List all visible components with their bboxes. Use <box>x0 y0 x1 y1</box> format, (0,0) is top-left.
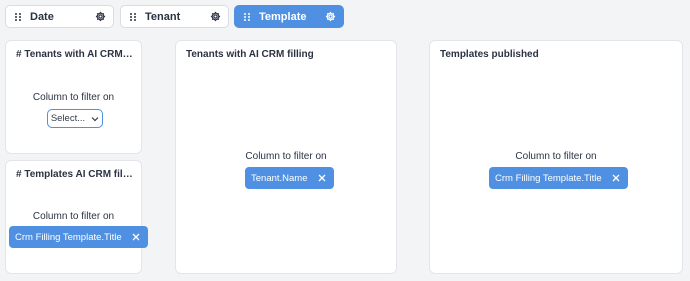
select-placeholder: Select... <box>50 113 86 124</box>
grip-dots-icon[interactable] <box>129 12 137 22</box>
grip-dots-icon[interactable] <box>243 12 251 22</box>
gear-icon[interactable] <box>210 11 221 22</box>
card-tenants-count: # Tenants with AI CRM filli... Column to… <box>5 40 142 154</box>
close-icon[interactable] <box>318 174 326 182</box>
filter-chip-label: Date <box>30 10 54 23</box>
column-pill[interactable]: Crm Filling Template.Title <box>9 226 148 248</box>
card-title: Templates published <box>440 49 539 60</box>
column-pill[interactable]: Crm Filling Template.Title <box>489 167 628 189</box>
card-templates-published: Templates published Column to filter on … <box>429 40 683 274</box>
filter-chip-tenant[interactable]: Tenant <box>120 5 229 28</box>
filter-label: Column to filter on <box>32 211 115 222</box>
column-pill-label: Crm Filling Template.Title <box>15 231 122 243</box>
filter-chip-template[interactable]: Template <box>234 5 344 28</box>
column-pill[interactable]: Tenant.Name <box>245 167 334 189</box>
close-icon[interactable] <box>612 174 620 182</box>
card-title: # Templates AI CRM filling ... <box>16 169 133 180</box>
card-tenants-filling: Tenants with AI CRM filling Column to fi… <box>175 40 397 274</box>
card-templates-count: # Templates AI CRM filling ... Column to… <box>5 160 148 274</box>
chevron-down-icon <box>91 116 99 122</box>
filter-bar: Date Tenant Template <box>0 0 690 34</box>
gear-icon[interactable] <box>325 11 336 22</box>
filter-label: Column to filter on <box>32 92 115 103</box>
column-select[interactable]: Select... <box>47 109 103 128</box>
filter-label: Column to filter on <box>245 151 327 162</box>
filter-chip-label: Template <box>259 10 307 23</box>
column-pill-label: Crm Filling Template.Title <box>495 172 602 184</box>
filter-chip-date[interactable]: Date <box>5 5 114 28</box>
grip-dots-icon[interactable] <box>14 12 22 22</box>
column-pill-label: Tenant.Name <box>251 172 308 184</box>
card-title: # Tenants with AI CRM filli... <box>16 49 133 60</box>
card-title: Tenants with AI CRM filling <box>186 49 314 60</box>
filter-chip-label: Tenant <box>145 10 181 23</box>
gear-icon[interactable] <box>95 11 106 22</box>
close-icon[interactable] <box>132 233 140 241</box>
filter-label: Column to filter on <box>515 151 597 162</box>
